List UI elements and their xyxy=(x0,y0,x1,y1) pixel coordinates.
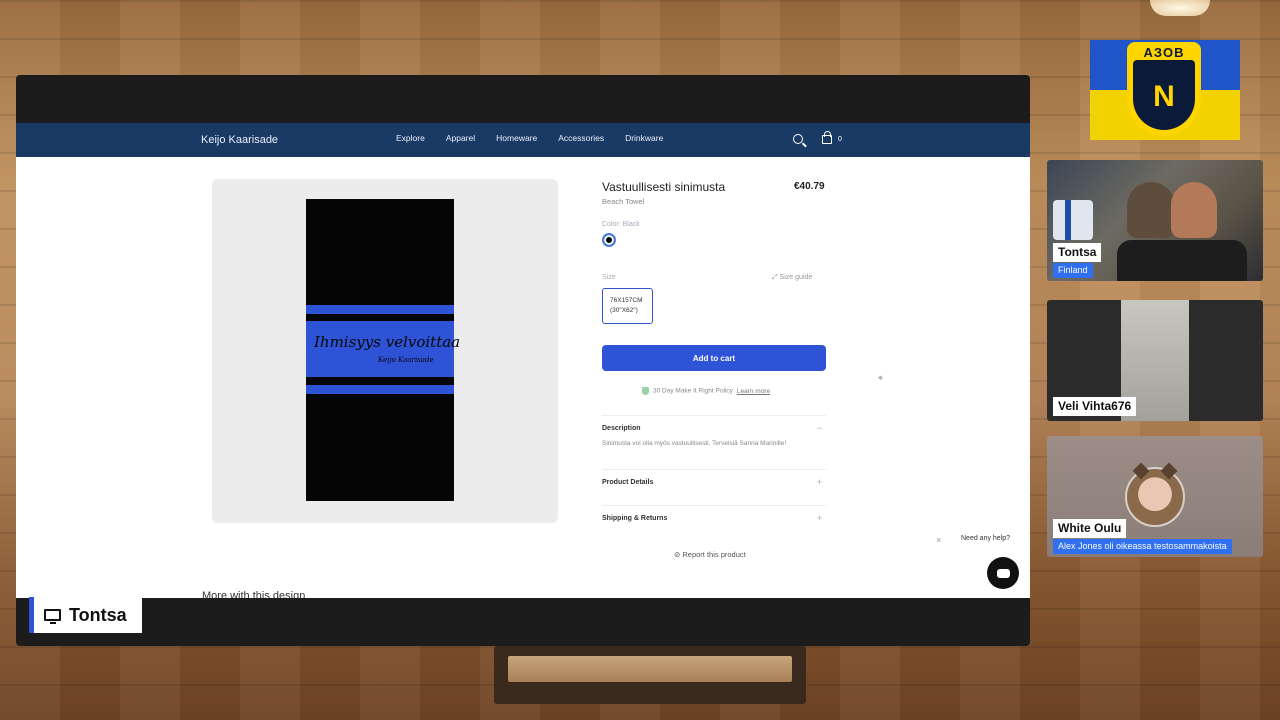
policy-line: 30 Day Make It Right Policy Learn more xyxy=(642,387,770,395)
chat-icon xyxy=(996,568,1010,578)
screen-share-owner: Tontsa xyxy=(69,604,127,625)
towel-print-signature: Keijo Kaarisade xyxy=(378,356,434,364)
participant-shirt xyxy=(1117,240,1247,281)
main-screen-share: Keijo Kaarisade Explore Apparel Homeware… xyxy=(16,75,1030,646)
size-option-line1: 76X157CM xyxy=(610,297,643,304)
cart-count: 0 xyxy=(838,136,842,143)
participant-subtitle: Finland xyxy=(1053,263,1093,278)
size-option[interactable]: 76X157CM (30"X62") xyxy=(602,288,653,324)
more-with-design-heading: More with this design xyxy=(202,590,306,598)
expand-icon[interactable]: + xyxy=(817,513,822,523)
finnish-flag xyxy=(1053,200,1093,240)
product-type: Beach Towel xyxy=(602,197,645,206)
site-brand[interactable]: Keijo Kaarisade xyxy=(201,134,278,146)
screen-share-label: Tontsa xyxy=(29,597,142,633)
accordion-title: Shipping & Returns xyxy=(602,515,668,522)
emblem-rune: N xyxy=(1153,80,1175,113)
description-text: Sinimusta voi olla myös vastuullisesti. … xyxy=(602,440,787,447)
product-price: €40.79 xyxy=(794,181,825,192)
towel-print-title: Ihmisyys velvoittaa xyxy=(314,333,461,351)
towel-image: Ihmisyys velvoittaa Keijo Kaarisade xyxy=(306,199,460,501)
ceiling-light xyxy=(1150,0,1210,16)
size-option-line2: (30"X62") xyxy=(610,307,638,314)
accordion-title: Product Details xyxy=(602,479,654,486)
nav-homeware[interactable]: Homeware xyxy=(496,133,537,143)
participant-person xyxy=(1127,182,1175,238)
help-prompt: Need any help? xyxy=(957,532,1015,545)
nav-drinkware[interactable]: Drinkware xyxy=(625,133,663,143)
accordion-product-details[interactable]: Product Details + xyxy=(602,469,826,503)
accordion-title: Description xyxy=(602,425,641,432)
report-product-link[interactable]: ⊘ Report this product xyxy=(674,550,746,559)
emblem-inner: N xyxy=(1133,60,1195,130)
site-nav-links: Explore Apparel Homeware Accessories Dri… xyxy=(396,133,663,143)
flag-badge: AЗOB N xyxy=(1090,40,1240,140)
size-guide-label: Size guide xyxy=(779,274,813,281)
cart-icon[interactable] xyxy=(822,131,832,144)
accordion-shipping[interactable]: Shipping & Returns + xyxy=(602,505,826,539)
size-guide-link[interactable]: ⤢ Size guide xyxy=(772,274,812,282)
bench-slat xyxy=(508,656,792,682)
avatar xyxy=(1125,467,1185,527)
site-header: Keijo Kaarisade Explore Apparel Homeware… xyxy=(16,123,1030,157)
participant-tile[interactable]: Veli Vihta676 xyxy=(1047,300,1263,421)
add-to-cart-button[interactable]: Add to cart xyxy=(602,345,826,371)
participant-name: Veli Vihta676 xyxy=(1053,397,1137,416)
participant-person xyxy=(1171,182,1217,238)
shield-icon xyxy=(642,387,649,395)
participant-tile[interactable]: White Oulu Alex Jones oli oikeassa testo… xyxy=(1047,436,1263,557)
mouse-cursor-icon: ⌖ xyxy=(878,373,884,383)
sauna-bench xyxy=(494,646,806,704)
towel-stripe xyxy=(306,385,454,394)
monitor-icon xyxy=(44,609,61,624)
nav-apparel[interactable]: Apparel xyxy=(446,133,475,143)
nav-explore[interactable]: Explore xyxy=(396,133,425,143)
color-label: Color: Black xyxy=(602,221,640,228)
color-swatch-black[interactable] xyxy=(602,233,616,247)
collapse-icon[interactable]: − xyxy=(817,423,822,433)
size-label: Size xyxy=(602,274,616,281)
participant-tile[interactable]: Tontsa Finland xyxy=(1047,160,1263,281)
chat-button[interactable] xyxy=(987,557,1019,589)
participant-name: Tontsa xyxy=(1053,243,1102,262)
participant-subtitle: Alex Jones oli oikeassa testosammakoista xyxy=(1053,539,1232,554)
browser-viewport: Keijo Kaarisade Explore Apparel Homeware… xyxy=(16,123,1030,598)
participant-name: White Oulu xyxy=(1053,519,1127,538)
product-image[interactable]: Ihmisyys velvoittaa Keijo Kaarisade xyxy=(212,179,558,523)
search-icon[interactable] xyxy=(793,134,803,144)
accordion-description[interactable]: Description − Sinimusta voi olla myös va… xyxy=(602,415,826,463)
product-title: Vastuullisesti sinimusta xyxy=(602,180,726,194)
shield-emblem-icon: AЗOB N xyxy=(1127,42,1201,136)
nav-accessories[interactable]: Accessories xyxy=(558,133,604,143)
emblem-text: AЗOB xyxy=(1143,45,1185,60)
expand-icon[interactable]: + xyxy=(817,477,822,487)
close-icon[interactable]: × xyxy=(936,535,941,545)
towel-stripe xyxy=(306,305,454,314)
learn-more-link[interactable]: Learn more xyxy=(737,388,770,395)
policy-text: 30 Day Make It Right Policy xyxy=(653,387,733,395)
